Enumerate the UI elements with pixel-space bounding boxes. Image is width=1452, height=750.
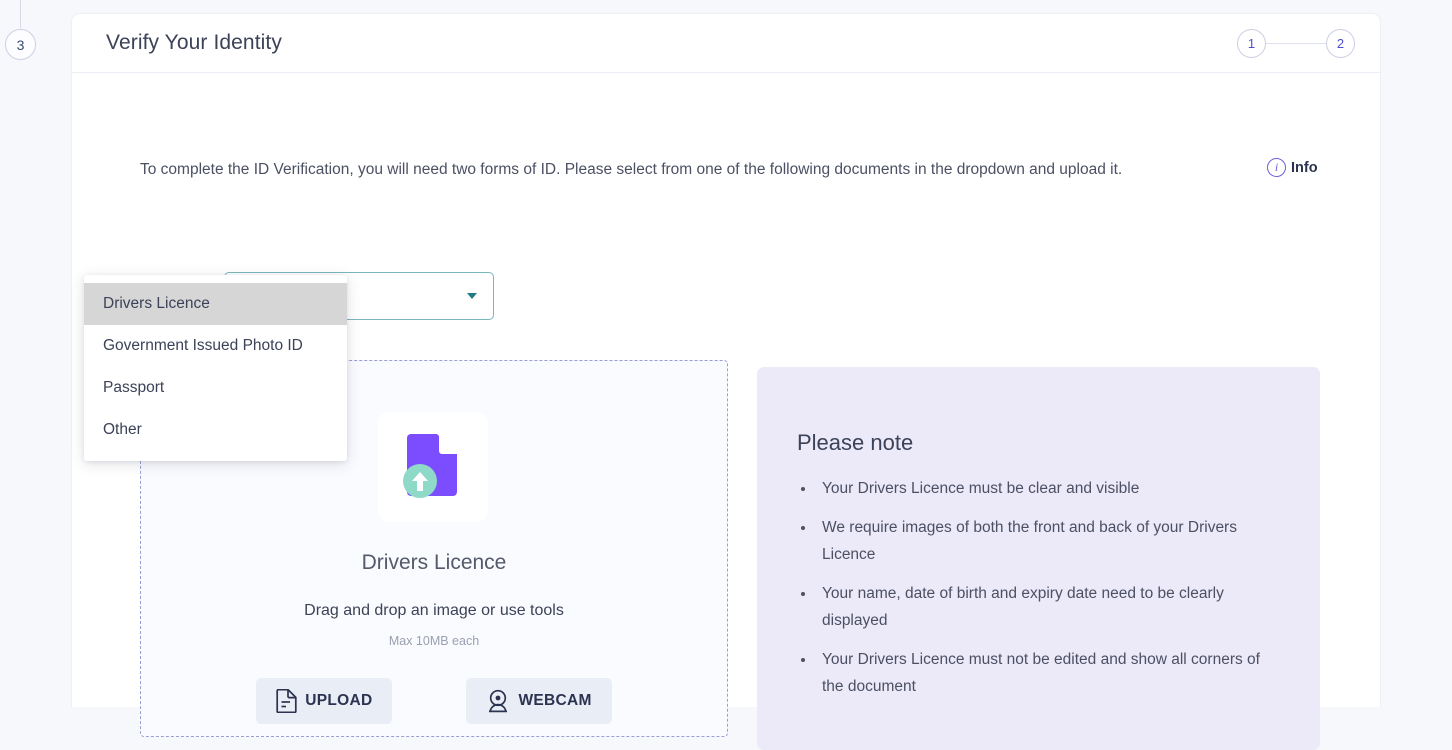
webcam-button[interactable]: WEBCAM [466,678,612,724]
upload-button-label: UPLOAD [305,692,373,709]
please-note-title: Please note [797,430,914,455]
document-icon [276,689,297,713]
list-item: Your Drivers Licence must not be edited … [816,646,1278,700]
progress-step-connector [1266,43,1326,44]
upload-icon-tile [378,412,488,522]
progress-step-2-label: 2 [1336,36,1345,51]
webcam-icon [489,689,508,713]
dropzone-title: Drivers Licence [361,551,507,574]
please-note-list: Your Drivers Licence must be clear and v… [797,475,1278,700]
progress-stepper: 1 2 [1237,29,1355,58]
dropdown-option-government-issued-photo-id[interactable]: Government Issued Photo ID [84,325,347,367]
file-upload-icon [403,434,458,498]
webcam-button-label: WEBCAM [518,692,592,709]
chevron-down-icon [467,293,477,299]
card-body: To complete the ID Verification, you wil… [72,73,1380,750]
list-item: We require images of both the front and … [816,514,1278,568]
list-item: Your Drivers Licence must be clear and v… [816,475,1278,502]
info-button[interactable]: i Info [1267,158,1318,177]
dropdown-option-passport[interactable]: Passport [84,367,347,409]
document-type-dropdown-menu[interactable]: Drivers Licence Government Issued Photo … [84,275,347,461]
instruction-text: To complete the ID Verification, you wil… [140,161,1123,178]
sidebar-step-3-label: 3 [16,36,25,53]
upload-button[interactable]: UPLOAD [256,678,393,724]
dropdown-option-drivers-licence[interactable]: Drivers Licence [84,283,347,325]
info-icon: i [1267,158,1286,177]
sidebar-step-3[interactable]: 3 [5,29,36,60]
dropzone-max-size: Max 10MB each [388,634,480,648]
stepper-rail: 3 [0,0,71,707]
dropdown-option-label: Other [103,421,142,438]
dropdown-option-other[interactable]: Other [84,409,347,451]
dropdown-option-label: Drivers Licence [103,295,210,312]
info-button-label: Info [1291,159,1318,176]
please-note-panel: Please note Your Drivers Licence must be… [757,367,1320,750]
progress-step-1-label: 1 [1247,36,1256,51]
dropdown-option-label: Passport [103,379,165,396]
progress-step-2[interactable]: 2 [1326,29,1355,58]
list-item: Your name, date of birth and expiry date… [816,580,1278,634]
verify-identity-card: Verify Your Identity 1 2 To complete the… [71,13,1381,750]
card-header: Verify Your Identity 1 2 [72,14,1380,73]
dropzone-subtitle: Drag and drop an image or use tools [304,602,564,619]
progress-step-1[interactable]: 1 [1237,29,1266,58]
stepper-connector-line [20,0,21,28]
dropdown-option-label: Government Issued Photo ID [103,337,303,354]
page-title: Verify Your Identity [106,31,282,54]
dropzone-actions: UPLOAD WEBCAM [141,678,727,724]
